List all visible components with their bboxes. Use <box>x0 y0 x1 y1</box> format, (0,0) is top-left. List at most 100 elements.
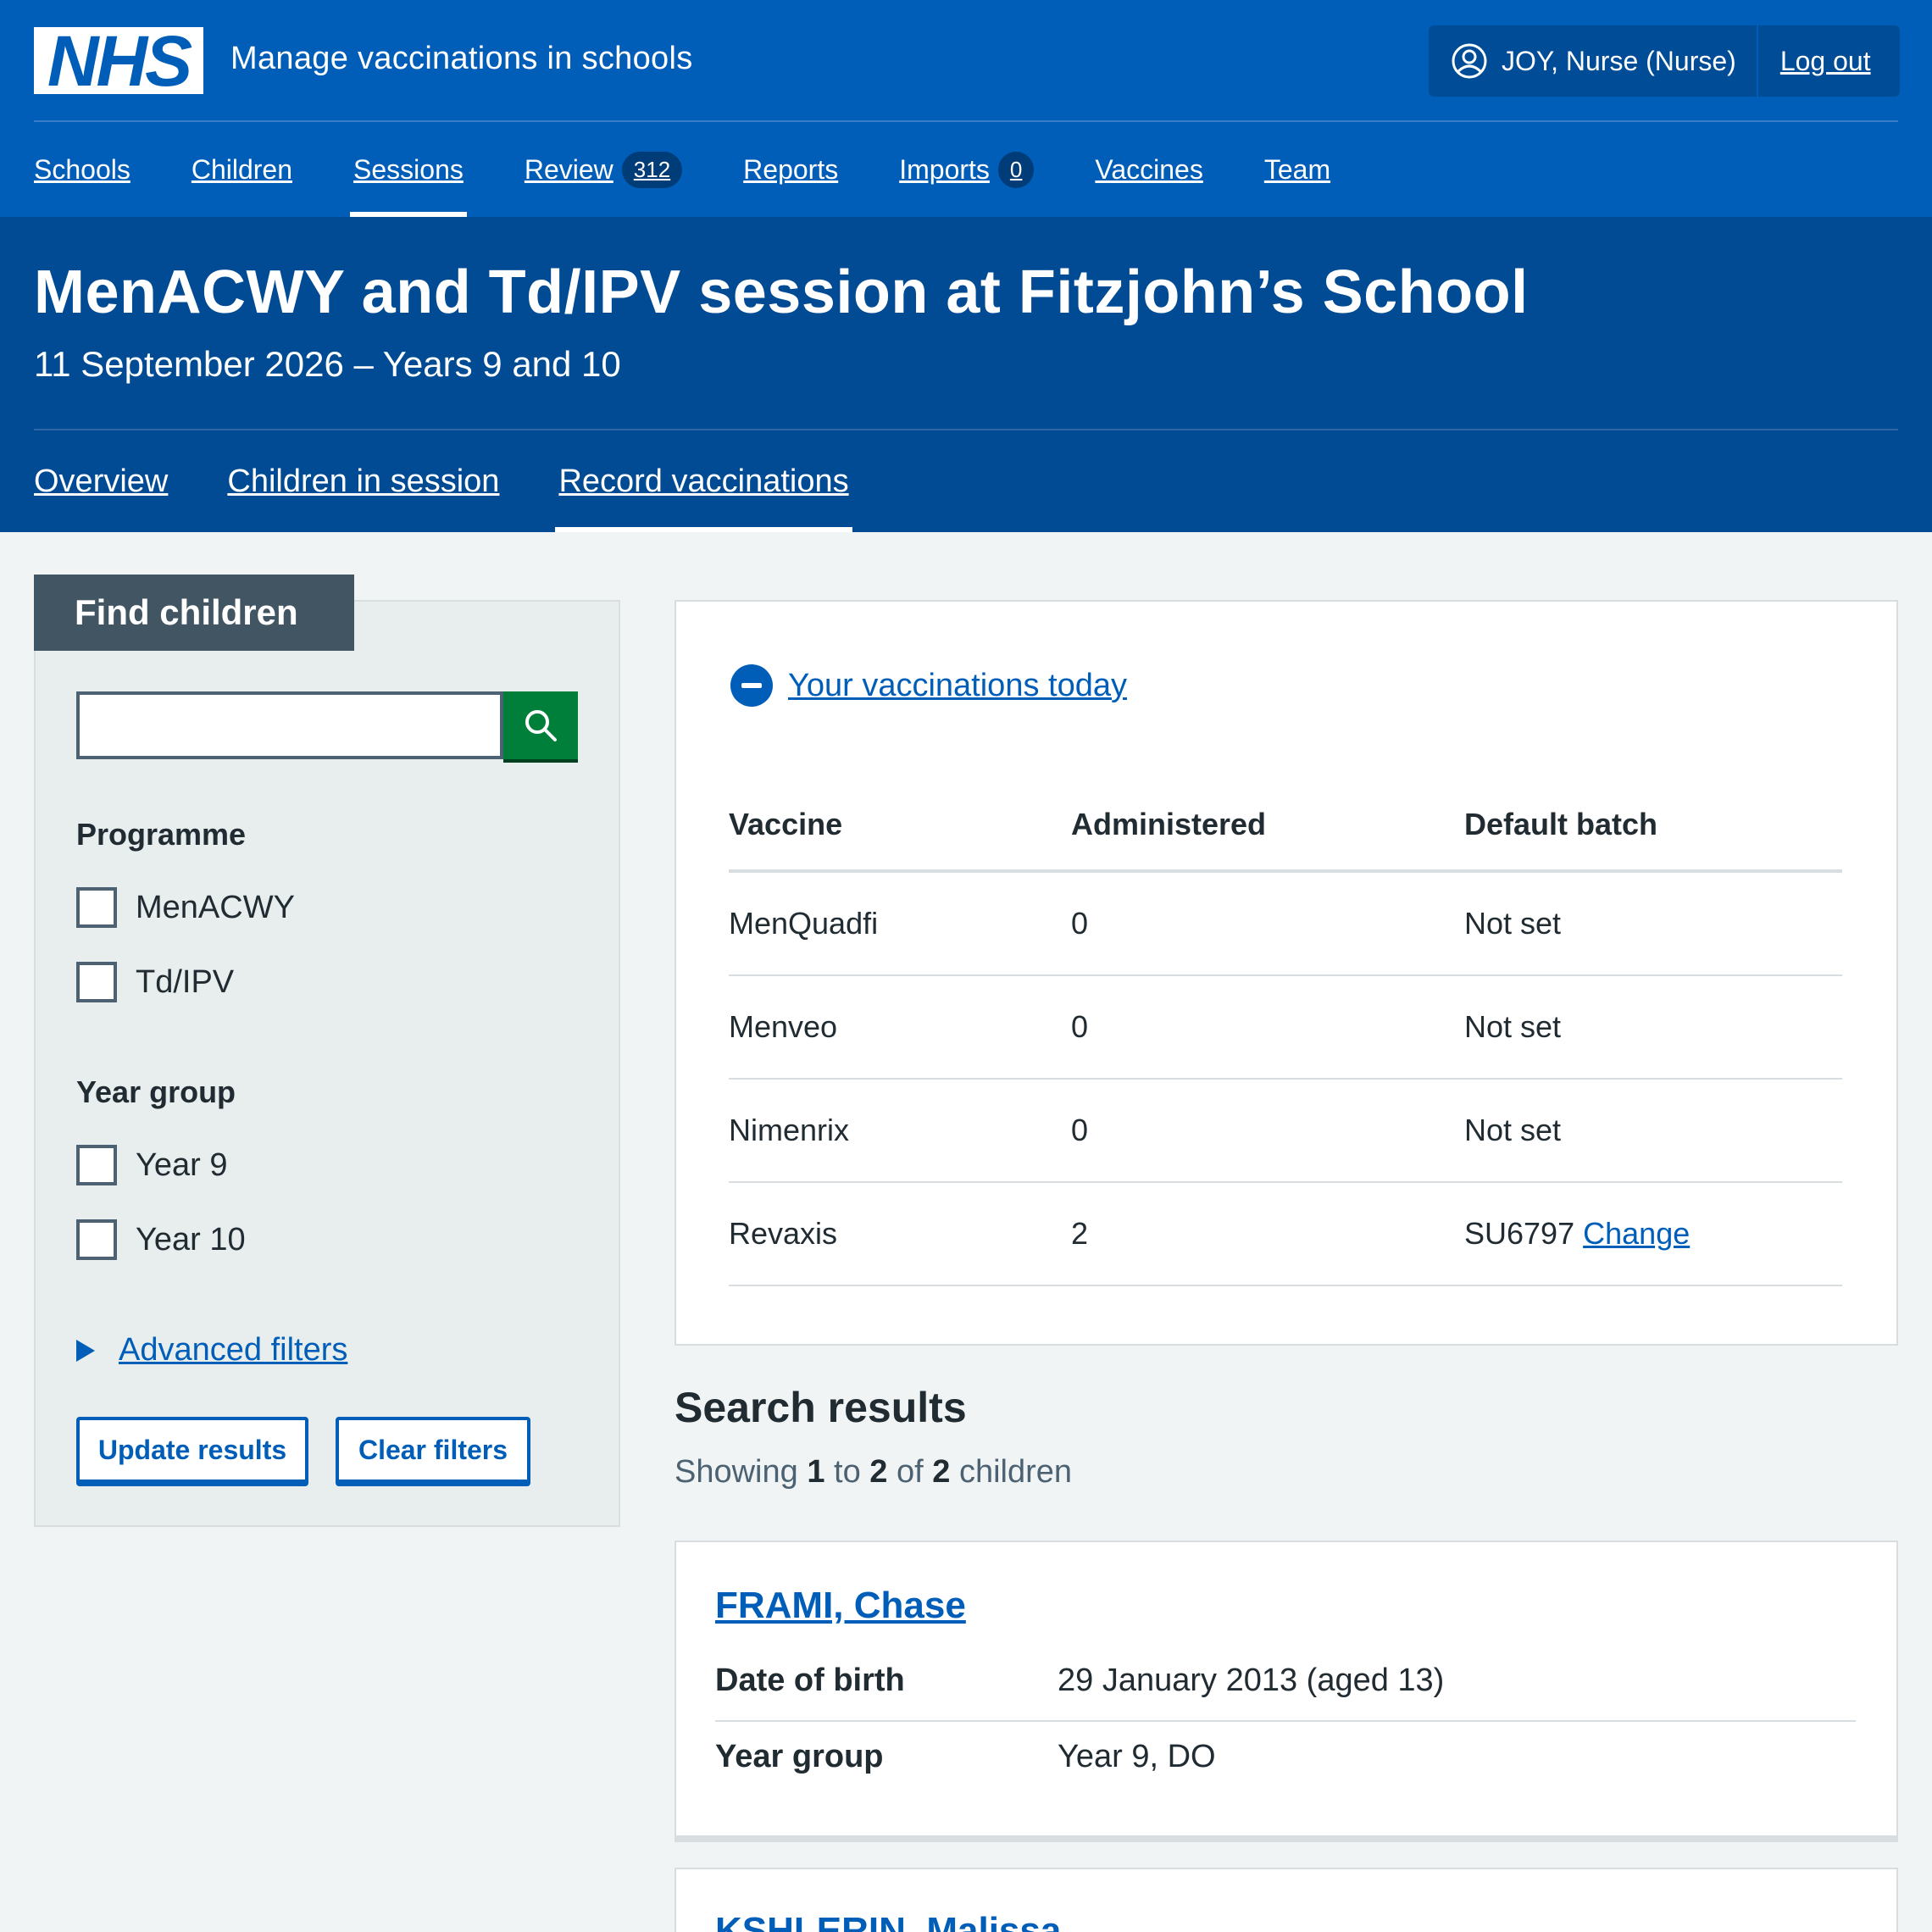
triangle-right-icon <box>76 1339 95 1362</box>
clear-filters-button[interactable]: Clear filters <box>336 1417 530 1483</box>
tab-children-in-session[interactable]: Children in session <box>227 430 499 532</box>
search-input[interactable] <box>76 691 503 759</box>
review-count-badge: 312 <box>621 151 683 188</box>
administered-cell: 0 <box>1071 906 1089 941</box>
batch-number: SU6797 <box>1464 1216 1575 1251</box>
summary-of-word: of <box>897 1454 924 1490</box>
nav-vaccines[interactable]: Vaccines <box>1095 122 1202 217</box>
column-header-administered: Administered <box>1071 807 1267 841</box>
search-icon <box>525 710 557 741</box>
summary-total: 2 <box>932 1454 951 1490</box>
nav-label: Review <box>524 153 613 185</box>
nav-schools[interactable]: Schools <box>34 122 130 217</box>
vaccinations-table: Vaccine Administered Default batch MenQu… <box>729 780 1842 1286</box>
nav-label: Reports <box>743 153 839 185</box>
checkbox-box[interactable] <box>76 1219 117 1260</box>
page-title: MenACWY and Td/IPV session at Fitzjohn’s… <box>34 258 1529 326</box>
summary-key: Date of birth <box>715 1663 905 1698</box>
summary-prefix: Showing <box>675 1454 798 1490</box>
nav-label: Imports <box>899 153 990 185</box>
filter-heading: Find children <box>34 575 354 651</box>
imports-count-badge: 0 <box>997 151 1035 188</box>
child-name-link[interactable]: KSHLERIN, Malissa <box>715 1910 1061 1932</box>
programme-checkbox-menacwy[interactable]: MenACWY <box>76 887 295 928</box>
checkbox-box[interactable] <box>76 962 117 1002</box>
summary-to: 2 <box>869 1454 888 1490</box>
year-checkbox-10[interactable]: Year 10 <box>76 1219 246 1260</box>
administered-cell: 0 <box>1071 1009 1089 1044</box>
checkbox-label: MenACWY <box>136 889 295 925</box>
child-name-link[interactable]: FRAMI, Chase <box>715 1585 966 1627</box>
change-batch-link[interactable]: Change <box>1583 1216 1690 1251</box>
nav-imports[interactable]: Imports 0 <box>899 122 1035 217</box>
session-banner: MenACWY and Td/IPV session at Fitzjohn’s… <box>0 217 1932 532</box>
vaccine-cell: Nimenrix <box>729 1113 850 1147</box>
column-header-vaccine: Vaccine <box>729 807 843 841</box>
vaccine-cell: Menveo <box>729 1009 838 1044</box>
programme-legend: Programme <box>76 817 247 852</box>
primary-nav: Schools Children Sessions Review 312 Repo… <box>34 122 1391 217</box>
summary-from: 1 <box>807 1454 825 1490</box>
table-row: Nimenrix 0 Not set <box>729 1080 1842 1183</box>
service-name[interactable]: Manage vaccinations in schools <box>230 41 693 77</box>
nhs-logo[interactable]: NHS <box>34 20 203 101</box>
table-row: MenQuadfi 0 Not set <box>729 873 1842 976</box>
batch-cell: Not set <box>1464 1113 1562 1147</box>
nav-label: Team <box>1263 153 1331 185</box>
advanced-filters-toggle[interactable]: Advanced filters <box>76 1332 347 1368</box>
summary-value: 29 January 2013 (aged 13) <box>1058 1663 1445 1698</box>
column-header-default-batch: Default batch <box>1464 807 1658 841</box>
vaccine-cell: Revaxis <box>729 1216 838 1251</box>
summary-to-word: to <box>834 1454 861 1490</box>
account-user-name: JOY, Nurse (Nurse) <box>1502 45 1736 76</box>
nav-reports[interactable]: Reports <box>743 122 838 217</box>
logout-link[interactable]: Log out <box>1758 46 1871 77</box>
summary-suffix: children <box>958 1454 1073 1490</box>
user-icon <box>1452 43 1487 79</box>
programme-checkbox-tdipv[interactable]: Td/IPV <box>76 962 234 1002</box>
nav-label: Sessions <box>353 153 464 185</box>
search-results-heading: Search results <box>675 1384 967 1431</box>
checkbox-box[interactable] <box>76 1145 117 1185</box>
summary-key: Year group <box>715 1739 884 1774</box>
vaccine-cell: MenQuadfi <box>729 906 879 941</box>
year-checkbox-9[interactable]: Year 9 <box>76 1145 227 1185</box>
batch-cell: Not set <box>1464 906 1562 941</box>
nav-label: Vaccines <box>1095 153 1203 185</box>
summary-row-dob: Date of birth 29 January 2013 (aged 13) <box>715 1663 1856 1699</box>
nav-sessions[interactable]: Sessions <box>350 122 467 217</box>
session-tabs: Overview Children in session Record vacc… <box>34 430 908 532</box>
checkbox-label: Td/IPV <box>136 963 235 1000</box>
tab-overview[interactable]: Overview <box>34 430 168 532</box>
summary-divider <box>715 1720 1856 1722</box>
account-panel: JOY, Nurse (Nurse) Log out <box>1429 25 1900 97</box>
results-summary: Showing 1 to 2 of 2 children <box>675 1454 1072 1491</box>
search-form <box>76 691 578 759</box>
nav-label: Schools <box>34 153 130 185</box>
nav-review[interactable]: Review 312 <box>524 122 683 217</box>
administered-cell: 0 <box>1071 1113 1089 1147</box>
batch-cell: Not set <box>1464 1009 1562 1044</box>
minus-circle-icon <box>730 664 773 707</box>
search-button[interactable] <box>503 691 578 759</box>
advanced-filters-label: Advanced filters <box>119 1332 348 1368</box>
table-header: Vaccine Administered Default batch <box>729 780 1842 873</box>
account-user: JOY, Nurse (Nurse) <box>1429 25 1758 97</box>
nav-children[interactable]: Children <box>192 122 292 217</box>
tab-record-vaccinations[interactable]: Record vaccinations <box>555 430 852 532</box>
vaccinations-toggle-label: Your vaccinations today <box>788 667 1127 703</box>
summary-row-year-group: Year group Year 9, DO <box>715 1739 1856 1775</box>
checkbox-label: Year 10 <box>136 1221 246 1257</box>
year-group-legend: Year group <box>76 1074 236 1109</box>
table-row: Revaxis 2 SU6797 Change <box>729 1183 1842 1286</box>
batch-cell: SU6797 Change <box>1464 1216 1842 1252</box>
checkbox-box[interactable] <box>76 887 117 928</box>
nav-team[interactable]: Team <box>1264 122 1330 217</box>
table-row: Menveo 0 Not set <box>729 976 1842 1080</box>
nhs-logo-text: NHS <box>47 20 192 101</box>
vaccinations-toggle[interactable]: Your vaccinations today <box>730 664 1127 707</box>
nav-label: Children <box>191 153 293 185</box>
update-results-button[interactable]: Update results <box>76 1417 308 1483</box>
site-header: NHS Manage vaccinations in schools JOY, … <box>0 0 1932 217</box>
session-subtitle: 11 September 2026 – Years 9 and 10 <box>34 344 621 384</box>
